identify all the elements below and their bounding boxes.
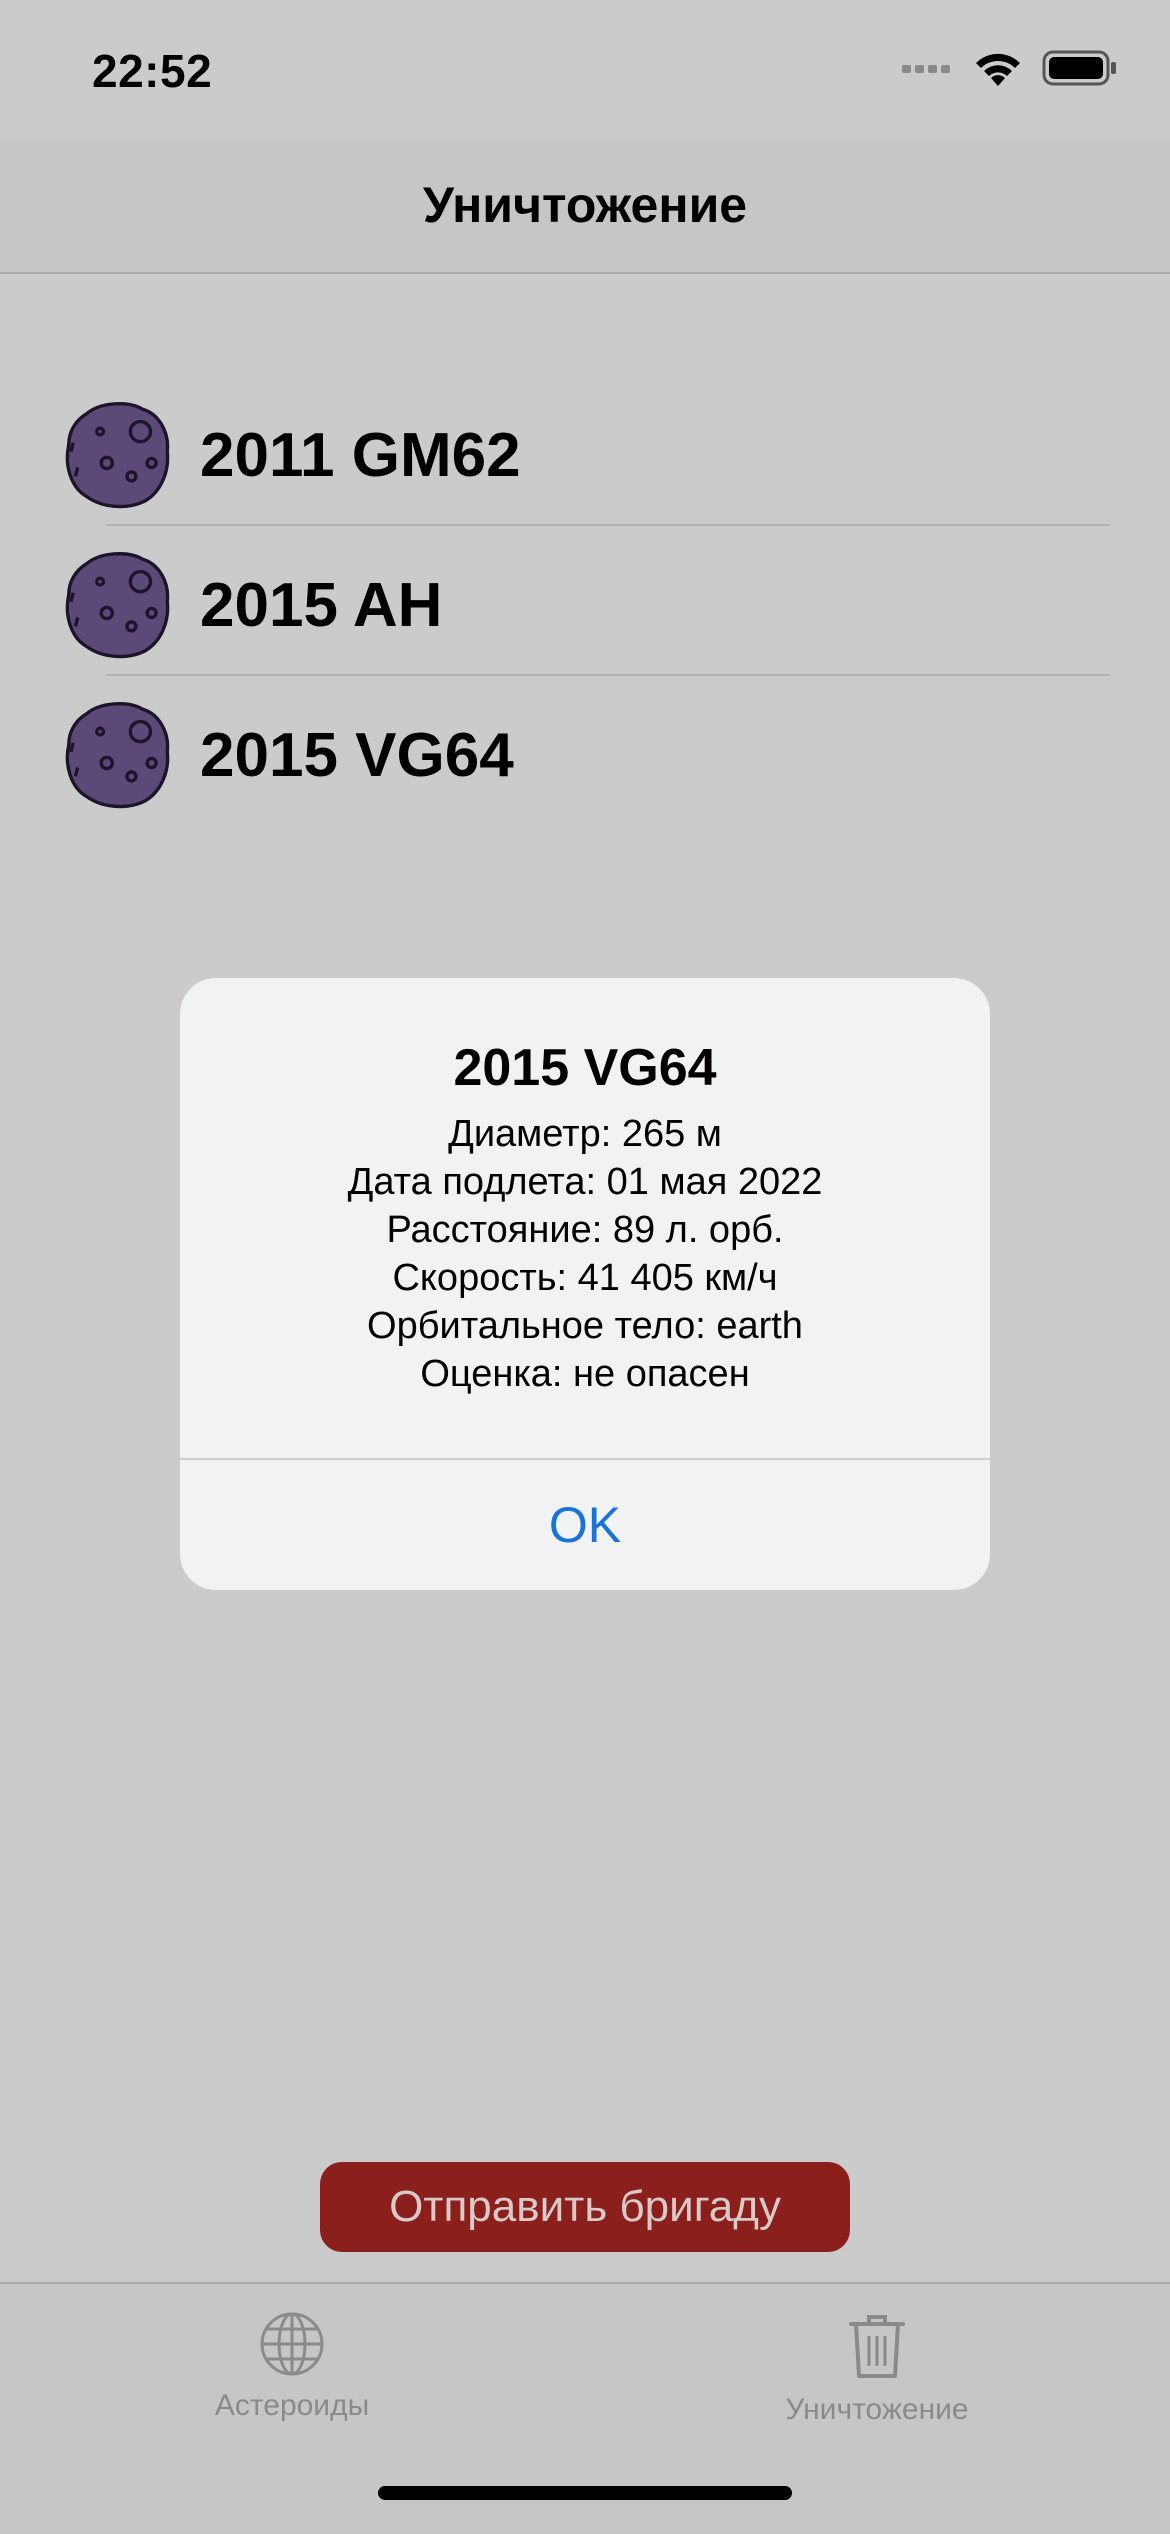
status-time: 22:52 [92,45,213,97]
alert-title: 2015 VG64 [453,1039,717,1097]
battery-icon [1042,50,1116,86]
trash-icon [849,2315,905,2378]
tab-label: Астероиды [214,2389,370,2422]
alert-line-diameter: Диаметр: 265 м [448,1113,722,1155]
alert-ok-button[interactable]: OK [180,1460,990,1590]
send-crew-button[interactable]: Отправить бригаду [320,2162,850,2252]
asteroid-icon [65,702,170,809]
list-item[interactable]: 2015 VG64 [0,676,1170,826]
page-title: Уничтожение [422,177,748,233]
alert-line-distance: Расстояние: 89 л. орб. [386,1209,784,1251]
alert-line-approach-date: Дата подлета: 01 мая 2022 [347,1161,823,1203]
tab-destroy[interactable]: Уничтожение [727,2310,1027,2427]
list-item[interactable]: 2011 GM62 [0,376,1170,526]
alert-line-orbital-body: Орбитальное тело: earth [367,1305,803,1347]
home-indicator[interactable] [378,2486,792,2500]
asteroid-list: 2011 GM62 2015 AH 2015 VG64 [0,376,1170,826]
wifi-icon [976,53,1020,86]
alert-line-speed: Скорость: 41 405 км/ч [392,1257,778,1299]
globe-icon [260,2312,324,2376]
alert-line-hazard: Оценка: не опасен [420,1353,750,1395]
asteroid-name: 2011 GM62 [200,421,521,490]
asteroid-icon [65,552,170,659]
status-bar: 22:52 [0,0,1170,140]
asteroid-name: 2015 VG64 [200,721,514,790]
tab-asteroids[interactable]: Астероиды [142,2310,442,2423]
navigation-bar: Уничтожение [0,140,1170,274]
cellular-signal-icon [902,65,950,73]
asteroid-icon [65,402,170,509]
alert-message: Диаметр: 265 м Дата подлета: 01 мая 2022… [180,1110,990,1398]
status-icons [902,48,1118,88]
asteroid-info-alert: 2015 VG64 Диаметр: 265 м Дата подлета: 0… [180,978,990,1590]
list-item[interactable]: 2015 AH [0,526,1170,676]
asteroid-name: 2015 AH [200,571,443,640]
tab-label: Уничтожение [785,2393,969,2426]
